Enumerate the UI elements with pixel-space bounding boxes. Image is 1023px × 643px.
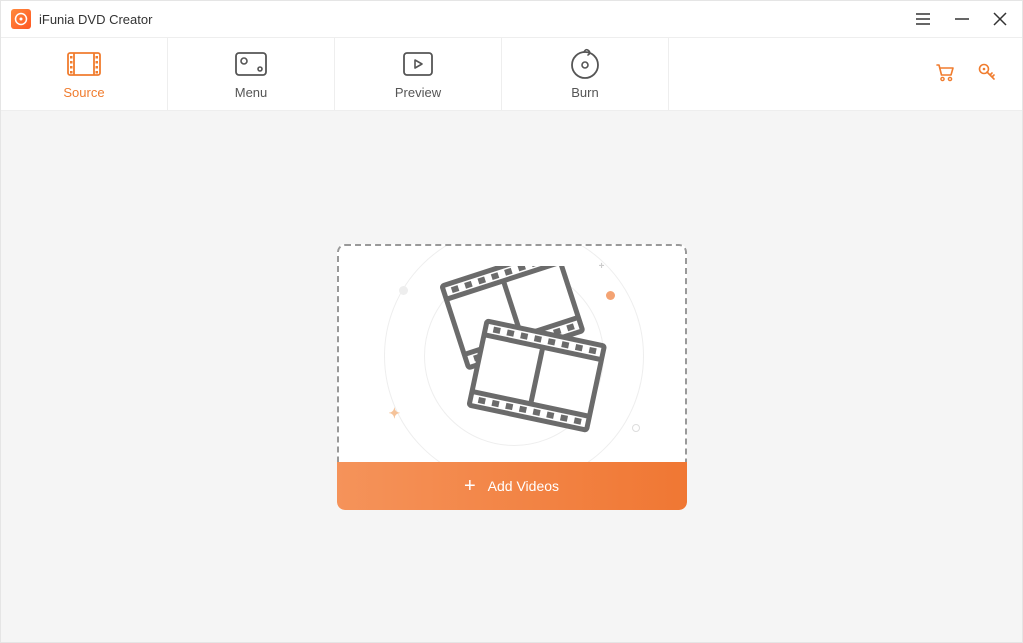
- minimize-icon[interactable]: [954, 11, 970, 27]
- key-icon[interactable]: [976, 61, 998, 88]
- cart-icon[interactable]: [934, 61, 956, 88]
- tab-burn[interactable]: Burn: [502, 38, 669, 110]
- toolbar-spacer: [669, 38, 934, 110]
- app-logo-icon: [11, 9, 31, 29]
- tab-burn-label: Burn: [571, 85, 598, 100]
- menu-icon[interactable]: [914, 10, 932, 28]
- add-videos-button[interactable]: + Add Videos: [337, 462, 687, 510]
- deco-dot: [632, 424, 640, 432]
- title-left: iFunia DVD Creator: [11, 9, 152, 29]
- filmstrip-icon: [64, 49, 104, 79]
- toolbar: Source Menu Preview Burn: [1, 37, 1022, 111]
- app-title: iFunia DVD Creator: [39, 12, 152, 27]
- burn-disc-icon: [567, 49, 603, 79]
- window-controls: [914, 10, 1008, 28]
- main-content: ✦ +: [1, 111, 1022, 642]
- tab-menu[interactable]: Menu: [168, 38, 335, 110]
- add-videos-label: Add Videos: [488, 478, 559, 494]
- toolbar-right: [934, 38, 1022, 110]
- tab-preview-label: Preview: [395, 85, 441, 100]
- title-bar: iFunia DVD Creator: [1, 1, 1022, 37]
- preview-icon: [398, 49, 438, 79]
- plus-icon: +: [464, 476, 476, 496]
- close-icon[interactable]: [992, 11, 1008, 27]
- tab-source-label: Source: [63, 85, 104, 100]
- menu-template-icon: [231, 49, 271, 79]
- drop-zone[interactable]: ✦ +: [337, 244, 687, 510]
- film-strips-icon: [402, 266, 622, 441]
- tab-preview[interactable]: Preview: [335, 38, 502, 110]
- tab-menu-label: Menu: [235, 85, 268, 100]
- tab-source[interactable]: Source: [1, 38, 168, 110]
- deco-plus-icon: ✦: [389, 405, 401, 422]
- drop-zone-illustration: ✦ +: [337, 244, 687, 462]
